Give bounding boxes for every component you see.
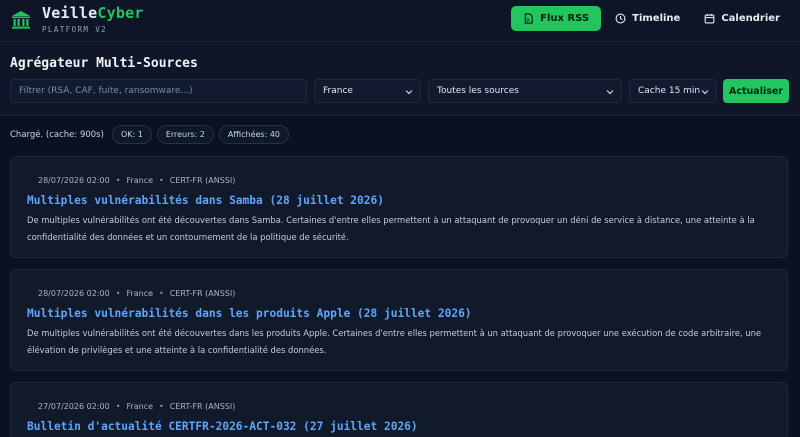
nav-flux-rss-label: Flux RSS	[540, 13, 590, 24]
article-country: France	[126, 402, 154, 411]
brand-subtitle: PLATFORM V2	[42, 25, 108, 34]
cache-select[interactable]: Cache 15 min	[629, 79, 717, 103]
nav-flux-rss[interactable]: Flux RSS	[511, 6, 602, 31]
top-navbar: VeilleCyber PLATFORM V2 Flux RSS Timelin…	[0, 0, 800, 42]
status-badge-ok: OK: 1	[111, 125, 152, 144]
nav-calendrier-label: Calendrier	[721, 13, 780, 24]
brand-name-part2: Cyber	[97, 4, 144, 22]
filter-input-placeholder: Filtrer (RSA, CAF, fuite, ransomware...)	[19, 86, 193, 96]
nav-timeline[interactable]: Timeline	[605, 6, 690, 31]
chevron-down-icon	[606, 90, 614, 95]
country-select[interactable]: France	[314, 79, 421, 103]
article-source: CERT-FR (ANSSI)	[169, 176, 236, 185]
article-date: 27/07/2026 02:00	[38, 402, 110, 411]
refresh-button[interactable]: Actualiser	[723, 79, 789, 103]
status-badge-errors: Erreurs: 2	[156, 125, 214, 144]
separator: •	[159, 289, 164, 298]
article-date: 28/07/2026 02:00	[38, 176, 110, 185]
article-description: De multiples vulnérabilités ont été déco…	[27, 328, 762, 355]
calendar-icon	[704, 13, 715, 24]
article-description: De multiples vulnérabilités ont été déco…	[27, 215, 755, 242]
brand-name-part1: Veille	[42, 4, 98, 22]
article-source: CERT-FR (ANSSI)	[169, 289, 236, 298]
article-source: CERT-FR (ANSSI)	[169, 402, 236, 411]
separator: •	[159, 176, 164, 185]
article-card: 28/07/2026 02:00 • France • CERT-FR (ANSSI) …	[10, 156, 788, 258]
separator: •	[115, 289, 121, 298]
filter-input[interactable]: Filtrer (RSA, CAF, fuite, ransomware...)	[10, 79, 307, 103]
status-badge-displayed: Affichées: 40	[218, 125, 290, 144]
source-select[interactable]: Toutes les sources	[428, 79, 622, 103]
country-select-value: France	[323, 86, 353, 96]
article-meta: 28/07/2026 02:00 • France • CERT-FR (ANSSI)	[38, 289, 235, 298]
source-select-value: Toutes les sources	[437, 86, 519, 96]
rss-file-icon	[524, 13, 533, 24]
cache-select-value: Cache 15 min	[638, 86, 701, 96]
aggregator-panel: Agrégateur Multi-Sources Filtrer (RSA, C…	[0, 43, 800, 116]
article-card: 28/07/2026 02:00 • France • CERT-FR (ANSSI) …	[10, 269, 788, 371]
chevron-down-icon	[405, 90, 413, 95]
page-title: Agrégateur Multi-Sources	[10, 56, 198, 71]
article-country: France	[126, 289, 154, 298]
clock-icon	[615, 13, 626, 24]
article-date: 28/07/2026 02:00	[38, 289, 110, 298]
article-card: 27/07/2026 02:00 • France • CERT-FR (ANSSI) …	[10, 382, 788, 437]
separator: •	[115, 176, 121, 185]
separator: •	[115, 402, 121, 411]
status-text: Chargé. (cache: 900s)	[10, 129, 104, 140]
chevron-down-icon	[701, 90, 709, 95]
separator: •	[159, 402, 164, 411]
article-title-link[interactable]: Multiples vulnérabilités dans les produi…	[27, 307, 472, 320]
article-meta: 28/07/2026 02:00 • France • CERT-FR (ANSSI)	[38, 176, 235, 185]
main-nav: Flux RSS Timeline Calendrier	[507, 6, 790, 31]
status-bar: Chargé. (cache: 900s) OK: 1 Erreurs: 2 A…	[10, 125, 294, 144]
nav-calendrier[interactable]: Calendrier	[694, 6, 790, 31]
brand-name: VeilleCyber	[42, 6, 144, 21]
article-title-link[interactable]: Multiples vulnérabilités dans Samba (28 …	[27, 194, 384, 207]
article-country: France	[126, 176, 154, 185]
brand[interactable]: VeilleCyber PLATFORM V2	[10, 6, 144, 34]
article-meta: 27/07/2026 02:00 • France • CERT-FR (ANSSI)	[38, 402, 235, 411]
nav-timeline-label: Timeline	[632, 13, 681, 24]
article-title-link[interactable]: Bulletin d'actualité CERTFR-2026-ACT-032…	[27, 420, 418, 433]
bank-icon	[12, 11, 30, 29]
